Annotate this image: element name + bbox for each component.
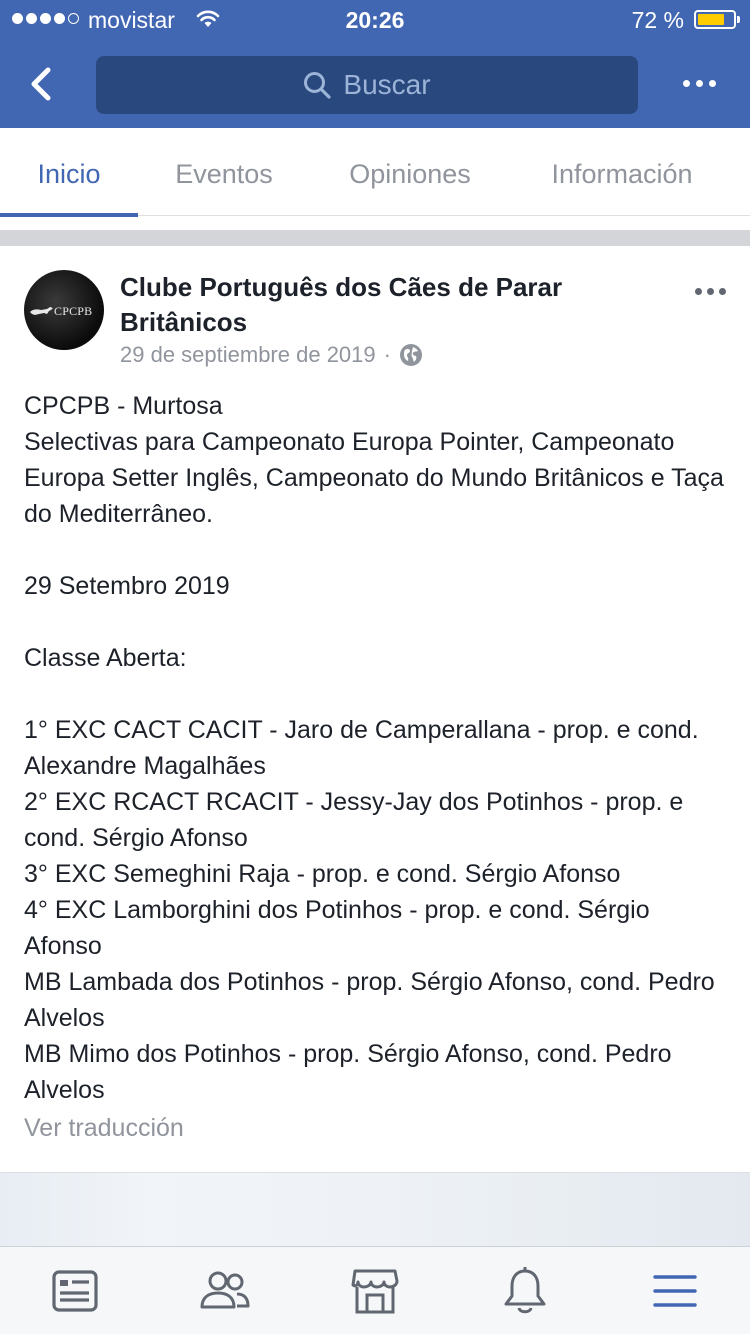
page-tabs: Inicio Eventos Opiniones Información [0,128,750,217]
post-text-line: Selectivas para Campeonato Europa Pointe… [24,428,724,528]
tab-eventos[interactable]: Eventos [150,128,298,216]
post-text-line: 2° EXC RCACT RCACIT - Jessy-Jay dos Poti… [24,788,684,852]
back-button[interactable] [22,62,62,106]
tab-informacion[interactable]: Información [530,128,714,216]
post-text-line: 1° EXC CACT CACIT - Jaro de Camperallana… [24,716,699,780]
post-text-line: 3° EXC Semeghini Raja - prop. e cond. Sé… [24,860,621,888]
news-feed-button[interactable] [0,1247,150,1335]
tab-label: Opiniones [349,159,471,189]
search-placeholder: Buscar [343,69,431,100]
page-name-link[interactable]: Clube Português dos Cães de Parar Britân… [120,270,660,340]
news-feed-icon [52,1270,98,1312]
active-tab-indicator [0,213,138,217]
post-text-line: 29 Setembro 2019 [24,572,230,600]
meta-separator: · [383,342,391,367]
tab-label: Información [551,159,693,189]
post-text-line: MB Mimo dos Potinhos - prop. Sérgio Afon… [24,1040,672,1104]
avatar-logo-text: CPCPB [54,304,93,318]
notifications-button[interactable] [450,1247,600,1335]
next-post-preview [0,1172,750,1247]
tab-label: Inicio [37,159,101,189]
post-text-line: MB Lambada dos Potinhos - prop. Sérgio A… [24,968,715,1032]
top-bar: movistar 20:26 72 % Buscar [0,0,750,128]
bottom-tab-bar [0,1246,750,1334]
post-meta: 29 de septiembre de 2019 · [120,342,423,368]
post-options-button[interactable] [695,288,726,295]
back-icon [31,67,51,101]
status-bar: movistar 20:26 72 % [0,0,750,40]
search-icon [304,72,332,99]
avatar[interactable]: CPCPB [24,270,104,350]
more-icon [683,80,690,87]
dog-logo-icon [30,307,53,315]
see-translation-link[interactable]: Ver traducción [24,1114,184,1143]
post-body: CPCPB - Murtosa Selectivas para Campeonat… [24,388,729,1108]
tab-label: Eventos [175,159,273,189]
globe-icon [399,344,422,366]
post-text-line: CPCPB - Murtosa [24,392,223,420]
marketplace-icon [351,1269,399,1314]
search-bar[interactable]: Buscar [96,56,638,114]
tab-inicio[interactable]: Inicio [0,128,138,217]
groups-button[interactable] [150,1247,300,1335]
battery-percentage: 72 % [631,7,684,33]
post-text-line: Classe Aberta: [24,644,187,672]
notifications-icon [504,1267,546,1314]
post-card: CPCPB Clube Português dos Cães de Parar … [0,246,750,1172]
post-date[interactable]: 29 de septiembre de 2019 [120,342,376,368]
marketplace-button[interactable] [300,1247,450,1335]
menu-button[interactable] [600,1247,750,1335]
more-options-button[interactable] [683,80,716,87]
feed-separator [0,230,750,246]
post-text-line: 4° EXC Lamborghini dos Potinhos - prop. … [24,896,650,960]
battery-icon [694,10,740,29]
menu-icon [653,1275,697,1307]
tab-opiniones[interactable]: Opiniones [330,128,490,216]
groups-icon [200,1271,250,1309]
more-icon [695,288,702,295]
